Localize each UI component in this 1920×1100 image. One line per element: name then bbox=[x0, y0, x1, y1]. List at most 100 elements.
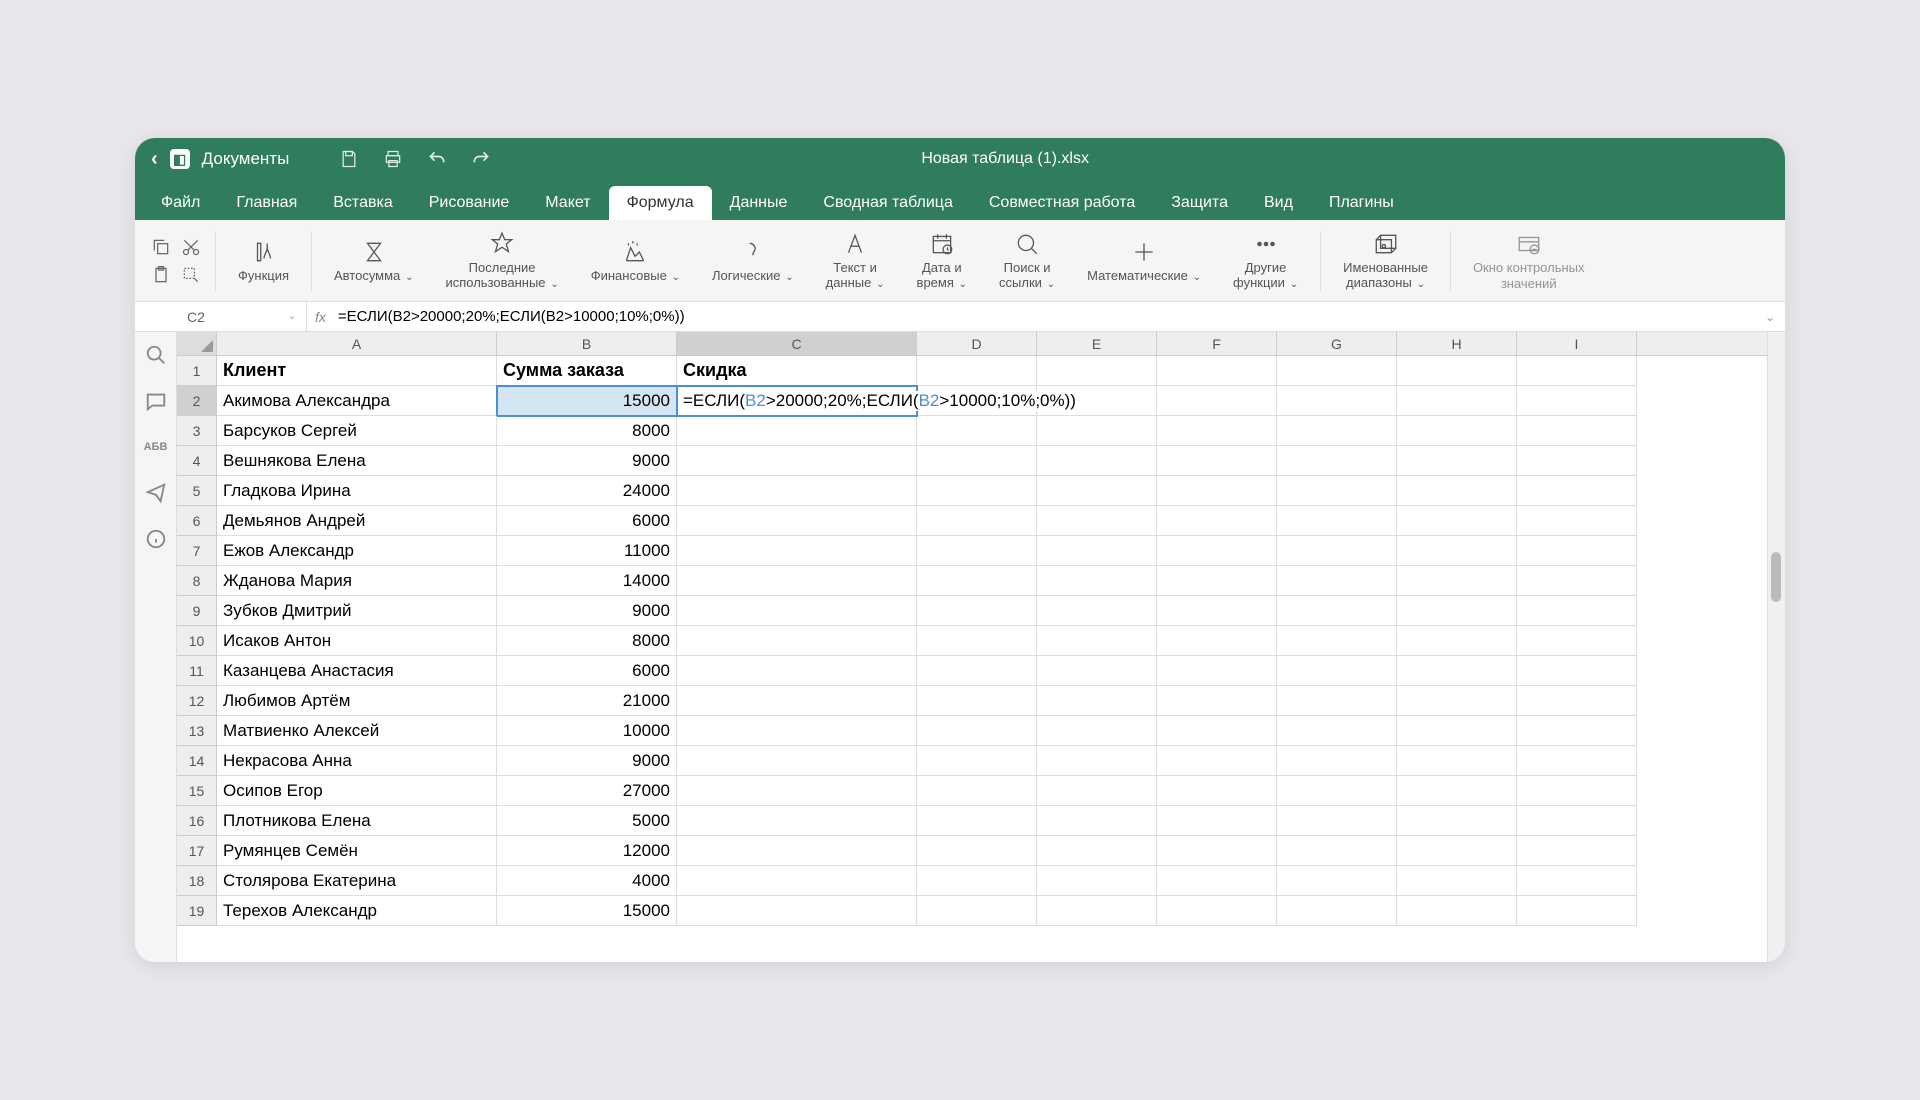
cell[interactable]: Демьянов Андрей bbox=[217, 506, 497, 536]
row-header[interactable]: 4 bbox=[177, 446, 217, 476]
ribbon-логические[interactable]: Логические ⌄ bbox=[696, 238, 810, 284]
menu-рисование[interactable]: Рисование bbox=[411, 186, 528, 220]
cell[interactable]: Гладкова Ирина bbox=[217, 476, 497, 506]
cell[interactable]: 9000 bbox=[497, 596, 677, 626]
cell[interactable]: Матвиенко Алексей bbox=[217, 716, 497, 746]
cell[interactable] bbox=[1397, 506, 1517, 536]
cell[interactable]: Любимов Артём bbox=[217, 686, 497, 716]
cell[interactable]: 8000 bbox=[497, 626, 677, 656]
row-header[interactable]: 1 bbox=[177, 356, 217, 386]
cell[interactable] bbox=[1157, 566, 1277, 596]
feedback-icon[interactable] bbox=[145, 482, 167, 504]
cell[interactable] bbox=[677, 896, 917, 926]
cell[interactable] bbox=[1037, 506, 1157, 536]
cell[interactable] bbox=[1397, 776, 1517, 806]
cell[interactable] bbox=[1277, 716, 1397, 746]
cell[interactable] bbox=[917, 746, 1037, 776]
menu-сводная таблица[interactable]: Сводная таблица bbox=[805, 186, 970, 220]
menu-макет[interactable]: Макет bbox=[527, 186, 608, 220]
cell[interactable]: 24000 bbox=[497, 476, 677, 506]
menu-защита[interactable]: Защита bbox=[1153, 186, 1246, 220]
cell[interactable]: Вешнякова Елена bbox=[217, 446, 497, 476]
cell[interactable] bbox=[1157, 536, 1277, 566]
cell[interactable] bbox=[1037, 656, 1157, 686]
cell[interactable] bbox=[677, 686, 917, 716]
row-header[interactable]: 17 bbox=[177, 836, 217, 866]
cut-icon[interactable] bbox=[181, 237, 201, 257]
menu-главная[interactable]: Главная bbox=[218, 186, 315, 220]
ribbon-поиск и[interactable]: Поиск иссылки ⌄ bbox=[983, 230, 1071, 292]
cell[interactable] bbox=[677, 506, 917, 536]
cell-reference-box[interactable]: C2 ⌄ bbox=[177, 302, 307, 331]
cell[interactable] bbox=[917, 866, 1037, 896]
cell[interactable] bbox=[1037, 866, 1157, 896]
cell[interactable]: 27000 bbox=[497, 776, 677, 806]
menu-формула[interactable]: Формула bbox=[609, 186, 712, 220]
col-header-E[interactable]: E bbox=[1037, 332, 1157, 355]
cell[interactable] bbox=[917, 476, 1037, 506]
row-header[interactable]: 10 bbox=[177, 626, 217, 656]
cell[interactable]: Жданова Мария bbox=[217, 566, 497, 596]
menu-данные[interactable]: Данные bbox=[712, 186, 806, 220]
cell[interactable] bbox=[1277, 416, 1397, 446]
cell[interactable] bbox=[1157, 506, 1277, 536]
cell[interactable] bbox=[917, 626, 1037, 656]
cell[interactable] bbox=[1277, 596, 1397, 626]
cell[interactable] bbox=[1517, 566, 1637, 596]
cell[interactable] bbox=[1397, 686, 1517, 716]
row-header[interactable]: 19 bbox=[177, 896, 217, 926]
row-header[interactable]: 11 bbox=[177, 656, 217, 686]
cell[interactable] bbox=[1157, 776, 1277, 806]
cell[interactable] bbox=[1157, 386, 1277, 416]
cell[interactable] bbox=[1277, 806, 1397, 836]
cell[interactable]: 12000 bbox=[497, 836, 677, 866]
cell[interactable] bbox=[1397, 866, 1517, 896]
ribbon-финансовые[interactable]: Финансовые ⌄ bbox=[575, 238, 696, 284]
cell[interactable] bbox=[1277, 536, 1397, 566]
cell[interactable] bbox=[1397, 566, 1517, 596]
col-header-F[interactable]: F bbox=[1157, 332, 1277, 355]
cell[interactable] bbox=[1157, 356, 1277, 386]
row-header[interactable]: 7 bbox=[177, 536, 217, 566]
comment-icon[interactable] bbox=[145, 390, 167, 412]
cell[interactable] bbox=[917, 656, 1037, 686]
cell[interactable] bbox=[1397, 476, 1517, 506]
document-title[interactable]: Новая таблица (1).xlsx bbox=[491, 150, 1519, 168]
col-header-A[interactable]: A bbox=[217, 332, 497, 355]
cell[interactable] bbox=[1277, 836, 1397, 866]
menu-совместная работа[interactable]: Совместная работа bbox=[971, 186, 1153, 220]
cell[interactable] bbox=[917, 686, 1037, 716]
cell[interactable] bbox=[1517, 416, 1637, 446]
cell[interactable] bbox=[1277, 356, 1397, 386]
cell[interactable] bbox=[677, 476, 917, 506]
row-header[interactable]: 13 bbox=[177, 716, 217, 746]
cell[interactable]: Клиент bbox=[217, 356, 497, 386]
cell[interactable] bbox=[1517, 686, 1637, 716]
col-header-G[interactable]: G bbox=[1277, 332, 1397, 355]
cell[interactable] bbox=[1277, 746, 1397, 776]
ribbon-текст и[interactable]: Текст иданные ⌄ bbox=[810, 230, 901, 292]
cell[interactable] bbox=[1277, 896, 1397, 926]
ribbon-дата и[interactable]: Дата ивремя ⌄ bbox=[901, 230, 984, 292]
cell[interactable]: Некрасова Анна bbox=[217, 746, 497, 776]
cell[interactable] bbox=[917, 896, 1037, 926]
cell[interactable] bbox=[1517, 656, 1637, 686]
cell[interactable] bbox=[1397, 716, 1517, 746]
cell[interactable] bbox=[1517, 626, 1637, 656]
ribbon-функция[interactable]: Функция bbox=[222, 238, 305, 284]
cell[interactable]: Плотникова Елена bbox=[217, 806, 497, 836]
cell[interactable] bbox=[1277, 626, 1397, 656]
cell[interactable]: Скидка bbox=[677, 356, 917, 386]
row-header[interactable]: 9 bbox=[177, 596, 217, 626]
cell[interactable]: Исаков Антон bbox=[217, 626, 497, 656]
cell[interactable] bbox=[1397, 896, 1517, 926]
cell[interactable] bbox=[1277, 386, 1397, 416]
cell[interactable] bbox=[1037, 416, 1157, 446]
row-header[interactable]: 18 bbox=[177, 866, 217, 896]
cell[interactable] bbox=[1397, 656, 1517, 686]
cell[interactable] bbox=[1037, 746, 1157, 776]
menu-вид[interactable]: Вид bbox=[1246, 186, 1311, 220]
cell[interactable] bbox=[1277, 566, 1397, 596]
expand-formula-icon[interactable]: ⌄ bbox=[1755, 310, 1785, 324]
cell[interactable] bbox=[1397, 416, 1517, 446]
